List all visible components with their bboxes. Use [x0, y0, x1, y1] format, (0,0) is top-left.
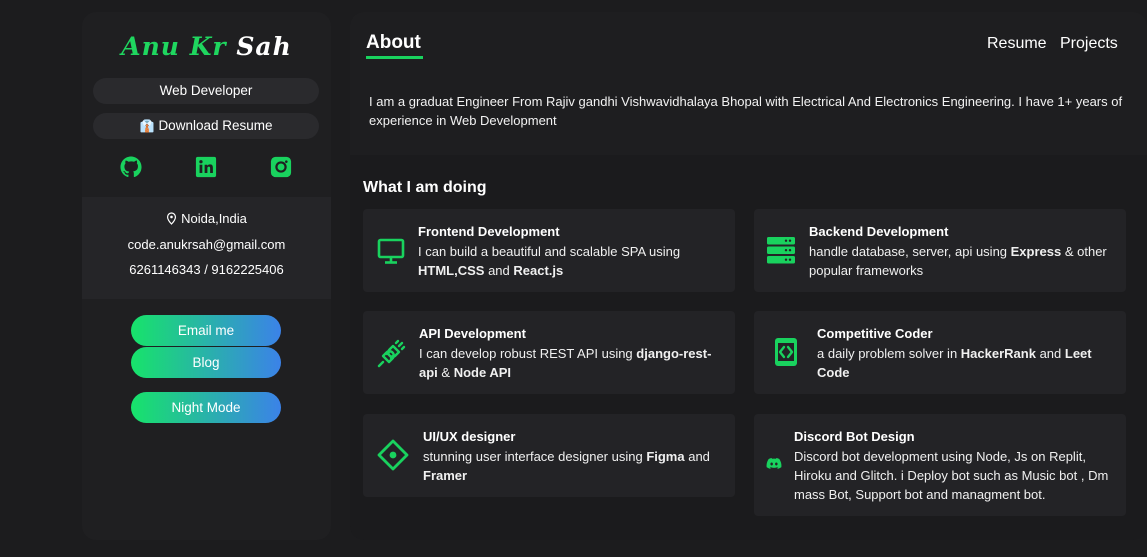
- linkedin-icon[interactable]: [195, 156, 217, 178]
- service-description: I can build a beautiful and scalable SPA…: [418, 242, 718, 280]
- nav-link-projects[interactable]: Projects: [1060, 35, 1118, 53]
- service-card-competitive: Competitive Coder a daily problem solver…: [754, 311, 1126, 394]
- service-description: stunning user interface designer using F…: [423, 447, 723, 485]
- about-description: I am a graduat Engineer From Rajiv gandh…: [369, 94, 1123, 128]
- location-pin-icon: [167, 212, 177, 225]
- location-line: Noida,India: [82, 211, 331, 226]
- role-badge: Web Developer: [93, 78, 319, 104]
- service-description-highlight: HTML,CSS: [418, 263, 485, 278]
- service-description: handle database, server, api using Expre…: [809, 242, 1114, 280]
- about-section: About Resume Projects I am a graduat Eng…: [350, 12, 1147, 155]
- service-description-text: and: [484, 263, 514, 278]
- service-description-highlight: Figma: [646, 449, 685, 464]
- about-title: About: [366, 32, 421, 53]
- instagram-icon[interactable]: [270, 156, 292, 178]
- blog-button[interactable]: Blog: [131, 347, 281, 378]
- nav-link-resume[interactable]: Resume: [987, 35, 1047, 53]
- about-title-underline: [366, 56, 423, 59]
- service-card-api: API Development I can develop robust RES…: [363, 311, 735, 394]
- service-title: Frontend Development: [418, 224, 560, 239]
- service-title: UI/UX designer: [423, 429, 516, 444]
- service-title: Discord Bot Design: [794, 429, 915, 444]
- location-text: Noida,India: [181, 211, 247, 226]
- service-card-uiux: UI/UX designer stunning user interface d…: [363, 414, 735, 497]
- service-card-frontend: Frontend Development I can build a beaut…: [363, 209, 735, 292]
- main-panel: About Resume Projects I am a graduat Eng…: [350, 12, 1147, 540]
- service-description-highlight: Node API: [453, 365, 512, 380]
- service-card-backend: Backend Development handle database, ser…: [754, 209, 1126, 292]
- server-icon: [767, 237, 795, 264]
- service-description-text: I can build a beautiful and scalable SPA…: [418, 244, 681, 259]
- download-resume-label: Download Resume: [158, 118, 273, 133]
- service-description: I can develop robust REST API using djan…: [419, 344, 719, 382]
- profile-sidebar: Anu Kr Sah Web Developer 👔 Download Resum…: [82, 12, 331, 540]
- profile-name-last: Sah: [236, 32, 292, 61]
- service-card-discord: Discord Bot Design Discord bot developme…: [754, 414, 1126, 516]
- service-description-text: a daily problem solver in: [817, 346, 961, 361]
- design-icon: [377, 439, 409, 471]
- night-mode-button[interactable]: Night Mode: [131, 392, 281, 423]
- tie-icon: 👔: [139, 119, 155, 133]
- service-description-highlight: Express: [1010, 244, 1062, 259]
- service-description-text: and: [1035, 346, 1065, 361]
- service-title: API Development: [419, 326, 526, 341]
- service-description-highlight: Framer: [423, 468, 468, 483]
- code-icon: [775, 338, 797, 366]
- service-description-text: Discord bot development using Node, Js o…: [794, 449, 1109, 502]
- service-description: a daily problem solver in HackerRank and…: [817, 344, 1112, 382]
- monitor-icon: [377, 238, 405, 264]
- service-description-text: &: [437, 365, 454, 380]
- service-description-highlight: React.js: [513, 263, 564, 278]
- service-title: Backend Development: [809, 224, 949, 239]
- email-text: code.anukrsah@gmail.com: [127, 237, 286, 252]
- service-description-text: stunning user interface designer using: [423, 449, 647, 464]
- contact-info: Noida,India code.anukrsah@gmail.com 6261…: [82, 197, 331, 299]
- social-links: [82, 156, 331, 180]
- service-description-highlight: HackerRank: [960, 346, 1036, 361]
- service-description-text: handle database, server, api using: [809, 244, 1011, 259]
- services-heading: What I am doing: [363, 179, 487, 196]
- github-icon[interactable]: [120, 156, 142, 178]
- email-me-button[interactable]: Email me: [131, 315, 281, 346]
- discord-icon: [766, 458, 782, 469]
- profile-name: Anu Kr Sah: [82, 32, 331, 72]
- profile-name-first: Anu Kr: [121, 32, 227, 61]
- download-resume-button[interactable]: 👔 Download Resume: [93, 113, 319, 139]
- plug-icon: [377, 339, 406, 368]
- phone-text: 6261146343 / 9162225406: [129, 262, 284, 277]
- service-description-text: I can develop robust REST API using: [419, 346, 637, 361]
- service-description-text: and: [684, 449, 710, 464]
- service-description: Discord bot development using Node, Js o…: [794, 447, 1112, 504]
- service-title: Competitive Coder: [817, 326, 933, 341]
